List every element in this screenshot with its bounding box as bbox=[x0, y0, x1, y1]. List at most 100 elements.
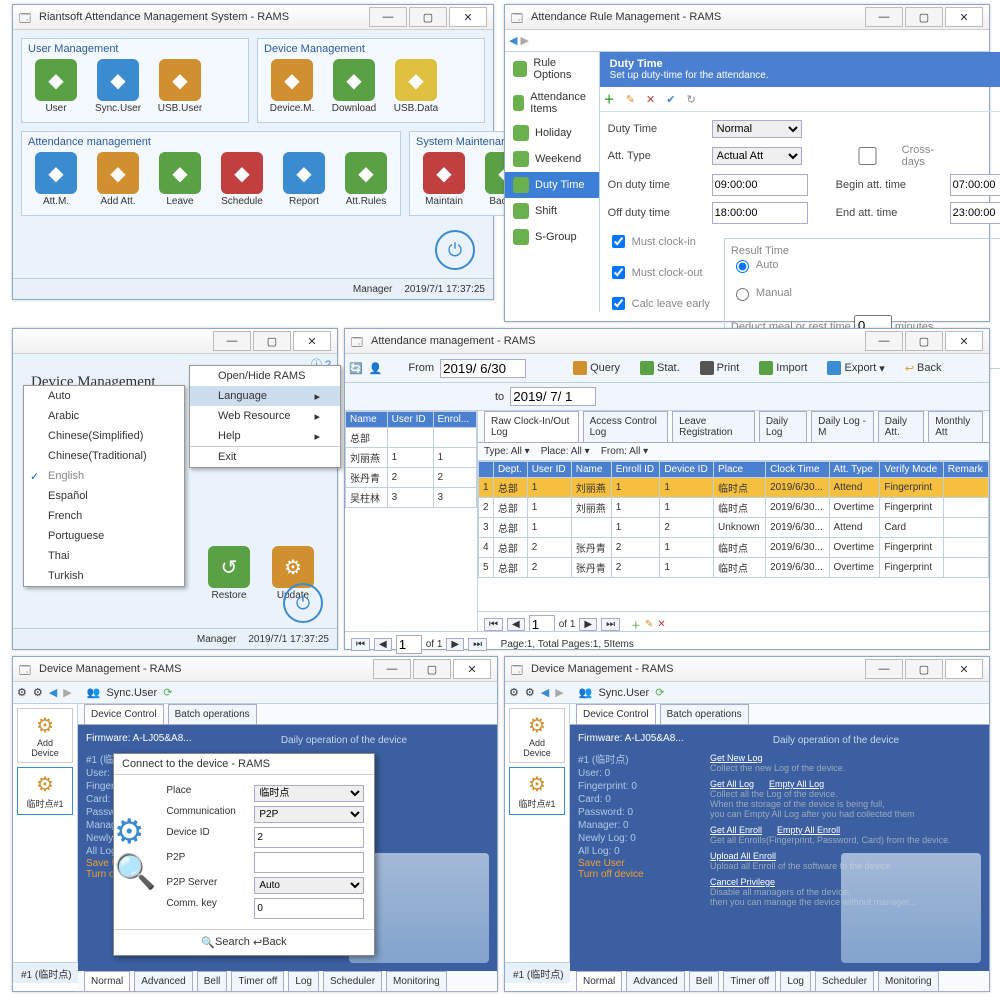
launcher-download[interactable]: ◆Download bbox=[326, 59, 382, 114]
p2p-input[interactable] bbox=[254, 852, 364, 873]
launcher-usb-user[interactable]: ◆USB.User bbox=[152, 59, 208, 114]
list-item[interactable]: 刘丽燕11 bbox=[346, 448, 477, 468]
op-get-all-enroll[interactable]: Get All Enroll Empty All EnrollGet all E… bbox=[710, 825, 983, 845]
back-button[interactable]: ↩Back bbox=[898, 359, 949, 378]
maximize-button[interactable]: ▢ bbox=[409, 7, 447, 27]
gear2-icon[interactable]: ⚙ bbox=[525, 686, 535, 699]
tab-advanced[interactable]: Advanced bbox=[626, 971, 684, 991]
restore-button[interactable]: ↺Restore bbox=[201, 546, 257, 601]
search-button[interactable]: 🔍Search bbox=[201, 936, 250, 949]
back-nav-icon[interactable]: ◀ bbox=[49, 686, 57, 699]
menu-web-resource[interactable]: Web Resource▸ bbox=[190, 406, 340, 426]
lang-chinese(simplified)[interactable]: Chinese(Simplified) bbox=[24, 426, 184, 446]
launcher-schedule[interactable]: ◆Schedule bbox=[214, 152, 270, 207]
tab-timer-off[interactable]: Timer off bbox=[231, 971, 284, 991]
back-button[interactable]: ↩Back bbox=[253, 936, 287, 949]
device-add-device[interactable]: ⚙Add Device bbox=[509, 708, 565, 763]
user-icon[interactable]: 👤 bbox=[369, 362, 383, 375]
add-button[interactable]: ＋ bbox=[604, 91, 615, 107]
lang-english[interactable]: English bbox=[24, 466, 184, 486]
delete-button[interactable]: ✕ bbox=[646, 93, 655, 106]
sync-user-icon[interactable]: 👥 bbox=[87, 686, 101, 699]
fwd-nav-icon[interactable]: ▶ bbox=[63, 686, 71, 699]
refresh-button[interactable]: ↻ bbox=[687, 93, 696, 106]
tab-log[interactable]: Log bbox=[288, 971, 319, 991]
import-button[interactable]: Import bbox=[752, 358, 814, 378]
pager-next[interactable]: ▶ bbox=[579, 618, 597, 631]
back-nav-icon[interactable]: ◀ bbox=[541, 686, 549, 699]
tab-daily-att-[interactable]: Daily Att. bbox=[878, 411, 925, 442]
lang-thai[interactable]: Thai bbox=[24, 546, 184, 566]
must-clockin-check[interactable]: Must clock-in bbox=[608, 232, 710, 251]
sync-user-label[interactable]: Sync.User bbox=[598, 687, 649, 699]
tab-advanced[interactable]: Advanced bbox=[134, 971, 192, 991]
on-duty-input[interactable] bbox=[712, 174, 808, 196]
side-attendance-items[interactable]: Attendance Items bbox=[505, 86, 599, 120]
launcher-att-m-[interactable]: ◆Att.M. bbox=[28, 152, 84, 207]
side-holiday[interactable]: Holiday bbox=[505, 120, 599, 146]
device-add-device[interactable]: ⚙Add Device bbox=[17, 708, 73, 763]
close-button[interactable]: ✕ bbox=[453, 659, 491, 679]
lang-auto[interactable]: Auto bbox=[24, 386, 184, 406]
place-select[interactable]: 临时点 bbox=[254, 785, 364, 802]
power-button[interactable]: ⏻ bbox=[435, 230, 475, 270]
comm-select[interactable]: P2P bbox=[254, 806, 364, 823]
op-get-new-log[interactable]: Get New LogCollect the new Log of the de… bbox=[710, 753, 983, 773]
op-get-all-log[interactable]: Get All Log Empty All LogCollect all the… bbox=[710, 779, 983, 819]
launcher-leave[interactable]: ◆Leave bbox=[152, 152, 208, 207]
pager2-next[interactable]: ▶ bbox=[446, 638, 464, 651]
type-filter[interactable]: All bbox=[511, 446, 522, 457]
tab-normal[interactable]: Normal bbox=[576, 971, 622, 991]
device--1[interactable]: ⚙临时点#1 bbox=[17, 767, 73, 815]
maximize-button[interactable]: ▢ bbox=[413, 659, 451, 679]
fwd-nav-icon[interactable]: ▶ bbox=[555, 686, 563, 699]
tab-device-control[interactable]: Device Control bbox=[576, 704, 656, 724]
tab-normal[interactable]: Normal bbox=[84, 971, 130, 991]
launcher-usb-data[interactable]: ◆USB.Data bbox=[388, 59, 444, 114]
pager2-prev[interactable]: ◀ bbox=[374, 638, 392, 651]
minimize-button[interactable]: — bbox=[865, 659, 903, 679]
pager-edit-icon[interactable]: ✎ bbox=[645, 619, 653, 630]
pager-last[interactable]: ⏭ bbox=[601, 618, 620, 631]
list-item[interactable]: 张丹青22 bbox=[346, 468, 477, 488]
lang-arabic[interactable]: Arabic bbox=[24, 406, 184, 426]
place-filter[interactable]: All bbox=[571, 446, 582, 457]
auto-radio[interactable]: Auto bbox=[731, 257, 1000, 273]
stat-button[interactable]: Stat. bbox=[633, 358, 687, 378]
maximize-button[interactable]: ▢ bbox=[905, 7, 943, 27]
pager2-first[interactable]: ⏮ bbox=[351, 638, 370, 651]
att-type-select[interactable]: Actual Att bbox=[712, 147, 802, 165]
close-button[interactable]: ✕ bbox=[945, 7, 983, 27]
manual-radio[interactable]: Manual bbox=[731, 285, 1000, 301]
print-button[interactable]: Print bbox=[693, 358, 747, 378]
tab-monthly-att[interactable]: Monthly Att bbox=[928, 411, 983, 442]
pager-del-icon[interactable]: ✕ bbox=[657, 619, 665, 630]
close-button[interactable]: ✕ bbox=[945, 659, 983, 679]
to-date-input[interactable] bbox=[510, 387, 596, 406]
gear2-icon[interactable]: ⚙ bbox=[33, 686, 43, 699]
from-filter[interactable]: All bbox=[629, 446, 640, 457]
menu-help[interactable]: Help▸ bbox=[190, 426, 340, 446]
pager-prev[interactable]: ◀ bbox=[507, 618, 525, 631]
tab-raw-clock-in-out-log[interactable]: Raw Clock-In/Out Log bbox=[484, 411, 579, 442]
launcher-add-att-[interactable]: ◆Add Att. bbox=[90, 152, 146, 207]
close-button[interactable]: ✕ bbox=[293, 331, 331, 351]
tab-bell[interactable]: Bell bbox=[689, 971, 720, 991]
side-rule-options[interactable]: Rule Options bbox=[505, 52, 599, 86]
tab-timer-off[interactable]: Timer off bbox=[723, 971, 776, 991]
tab-scheduler[interactable]: Scheduler bbox=[815, 971, 874, 991]
p2pserver-select[interactable]: Auto bbox=[254, 877, 364, 894]
tab-device-control[interactable]: Device Control bbox=[84, 704, 164, 724]
tab-leave-registration[interactable]: Leave Registration bbox=[672, 411, 755, 442]
save-button[interactable]: ✔ bbox=[666, 93, 675, 106]
minimize-button[interactable]: — bbox=[369, 7, 407, 27]
end-att-input[interactable] bbox=[950, 202, 1000, 224]
deviceid-input[interactable] bbox=[254, 827, 364, 848]
list-item[interactable]: 总部 bbox=[346, 428, 477, 448]
duty-select[interactable]: Normal bbox=[712, 120, 802, 138]
export-button[interactable]: Export ▾ bbox=[820, 358, 891, 378]
launcher-sync-user[interactable]: ◆Sync.User bbox=[90, 59, 146, 114]
tab-batch-ops[interactable]: Batch operations bbox=[168, 704, 257, 724]
sync-user-label[interactable]: Sync.User bbox=[106, 687, 157, 699]
edit-button[interactable]: ✎ bbox=[626, 93, 635, 106]
